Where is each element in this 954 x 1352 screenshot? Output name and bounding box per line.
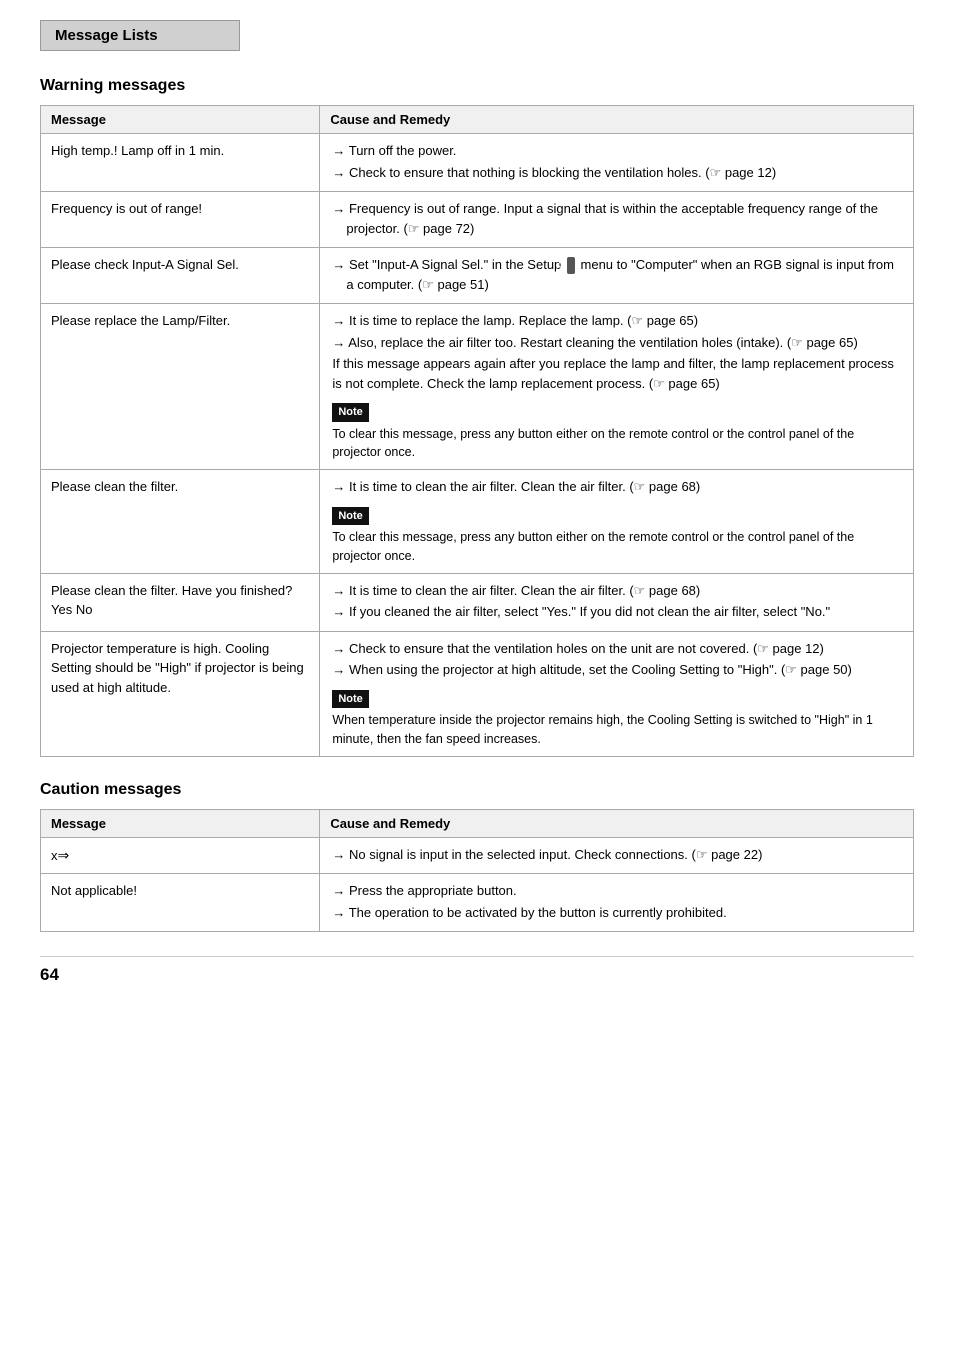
note-text: When temperature inside the projector re… bbox=[332, 711, 903, 749]
remedy-cell: → Turn off the power.→ Check to ensure t… bbox=[320, 134, 914, 192]
remedy-cell: → Press the appropriate button.→ The ope… bbox=[320, 874, 914, 932]
remedy-arrow: → Frequency is out of range. Input a sig… bbox=[332, 199, 903, 238]
remedy-arrow: → It is time to replace the lamp. Replac… bbox=[332, 311, 903, 331]
note-text: To clear this message, press any button … bbox=[332, 425, 903, 463]
caution-section: Caution messages Message Cause and Remed… bbox=[40, 781, 914, 933]
message-cell: High temp.! Lamp off in 1 min. bbox=[41, 134, 320, 192]
remedy-cell: → It is time to replace the lamp. Replac… bbox=[320, 304, 914, 470]
warning-heading: Warning messages bbox=[40, 77, 914, 95]
note-label: Note bbox=[332, 403, 368, 422]
note-block: Note To clear this message, press any but… bbox=[332, 397, 903, 462]
table-row: High temp.! Lamp off in 1 min.→ Turn off… bbox=[41, 134, 914, 192]
note-text: To clear this message, press any button … bbox=[332, 528, 903, 566]
message-cell: Please replace the Lamp/Filter. bbox=[41, 304, 320, 470]
remedy-arrow: → Press the appropriate button. bbox=[332, 881, 903, 901]
table-row: Projector temperature is high. Cooling S… bbox=[41, 631, 914, 756]
remedy-arrow: → Check to ensure that the ventilation h… bbox=[332, 639, 903, 659]
message-cell: Projector temperature is high. Cooling S… bbox=[41, 631, 320, 756]
message-cell: Not applicable! bbox=[41, 874, 320, 932]
table-row: Frequency is out of range! → Frequency is… bbox=[41, 192, 914, 248]
remedy-arrow: → Check to ensure that nothing is blocki… bbox=[332, 163, 903, 183]
remedy-cell: → It is time to clean the air filter. Cl… bbox=[320, 573, 914, 631]
remedy-cell: → Set "Input-A Signal Sel." in the Setup… bbox=[320, 248, 914, 304]
remedy-arrow: → It is time to clean the air filter. Cl… bbox=[332, 477, 903, 497]
remedy-arrow: → It is time to clean the air filter. Cl… bbox=[332, 581, 903, 601]
table-row: Please replace the Lamp/Filter. → It is t… bbox=[41, 304, 914, 470]
caution-table: Message Cause and Remedy x⇒ → No signal i… bbox=[40, 809, 914, 933]
remedy-arrow: → Set "Input-A Signal Sel." in the Setup… bbox=[332, 255, 903, 294]
page-title: Message Lists bbox=[55, 27, 158, 44]
message-cell: Frequency is out of range! bbox=[41, 192, 320, 248]
note-label: Note bbox=[332, 507, 368, 526]
note-label: Note bbox=[332, 690, 368, 709]
table-row: Please check Input-A Signal Sel. → Set "I… bbox=[41, 248, 914, 304]
remedy-arrow: → When using the projector at high altit… bbox=[332, 660, 903, 680]
message-cell: Please clean the filter. bbox=[41, 470, 320, 574]
symbol-x: x⇒ bbox=[51, 848, 69, 863]
remedy-arrow: → Also, replace the air filter too. Rest… bbox=[332, 333, 903, 353]
remedy-cell: → Frequency is out of range. Input a sig… bbox=[320, 192, 914, 248]
message-cell: Please clean the filter. Have you finish… bbox=[41, 573, 320, 631]
warning-table: Message Cause and Remedy High temp.! Lam… bbox=[40, 105, 914, 757]
page-title-box: Message Lists bbox=[40, 20, 240, 51]
table-row: Please clean the filter. Have you finish… bbox=[41, 573, 914, 631]
note-block: Note To clear this message, press any but… bbox=[332, 501, 903, 566]
warning-col2-header: Cause and Remedy bbox=[320, 106, 914, 134]
table-row: x⇒ → No signal is input in the selected i… bbox=[41, 837, 914, 874]
remedy-cell: → It is time to clean the air filter. Cl… bbox=[320, 470, 914, 574]
caution-heading: Caution messages bbox=[40, 781, 914, 799]
remedy-text: If this message appears again after you … bbox=[332, 354, 903, 393]
remedy-arrow: → Turn off the power. bbox=[332, 141, 903, 161]
caution-col1-header: Message bbox=[41, 809, 320, 837]
message-cell: Please check Input-A Signal Sel. bbox=[41, 248, 320, 304]
remedy-cell: → Check to ensure that the ventilation h… bbox=[320, 631, 914, 756]
remedy-arrow: → If you cleaned the air filter, select … bbox=[332, 602, 903, 622]
message-cell: x⇒ bbox=[41, 837, 320, 874]
page-number: 64 bbox=[40, 956, 914, 985]
table-row: Not applicable!→ Press the appropriate b… bbox=[41, 874, 914, 932]
warning-col1-header: Message bbox=[41, 106, 320, 134]
table-row: Please clean the filter. → It is time to … bbox=[41, 470, 914, 574]
remedy-arrow: → No signal is input in the selected inp… bbox=[332, 845, 903, 865]
caution-col2-header: Cause and Remedy bbox=[320, 809, 914, 837]
remedy-cell: → No signal is input in the selected inp… bbox=[320, 837, 914, 874]
note-block: Note When temperature inside the projecto… bbox=[332, 684, 903, 749]
remedy-arrow: → The operation to be activated by the b… bbox=[332, 903, 903, 923]
warning-section: Warning messages Message Cause and Remed… bbox=[40, 77, 914, 757]
